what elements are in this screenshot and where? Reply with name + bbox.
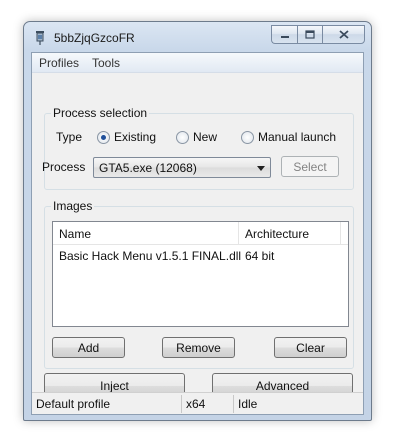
row-architecture-cell: 64 bit bbox=[245, 249, 275, 263]
radio-existing[interactable]: Existing bbox=[97, 130, 156, 144]
radio-new-label: New bbox=[193, 130, 218, 144]
radio-existing-label: Existing bbox=[114, 130, 157, 144]
syringe-icon bbox=[36, 31, 44, 45]
add-button[interactable]: Add bbox=[52, 337, 125, 358]
window-title: 5bbZjqGzcoFR bbox=[54, 31, 135, 45]
images-title: Images bbox=[51, 199, 95, 213]
radio-manual-launch-indicator bbox=[241, 130, 254, 144]
radio-manual-launch-label: Manual launch bbox=[258, 130, 337, 144]
status-state: Idle bbox=[238, 397, 258, 411]
minimize-icon bbox=[280, 35, 289, 38]
status-bar: Default profile x64 Idle bbox=[32, 392, 363, 414]
client-area: Profiles Tools Process selection Type Ex… bbox=[31, 52, 364, 415]
column-architecture[interactable]: Architecture bbox=[239, 222, 341, 245]
process-selection-group: Process selection Type Existing New Manu… bbox=[42, 106, 354, 190]
status-arch: x64 bbox=[182, 395, 234, 413]
images-group: Images Name Architecture Basic Hack Menu… bbox=[44, 199, 354, 369]
title-bar[interactable]: 5bbZjqGzcoFR bbox=[24, 22, 371, 52]
maximize-button[interactable] bbox=[297, 25, 322, 44]
caption-buttons bbox=[271, 25, 365, 44]
radio-new[interactable]: New bbox=[176, 130, 217, 144]
status-profile: Default profile bbox=[32, 395, 182, 413]
process-dropdown-value: GTA5.exe (12068) bbox=[99, 161, 197, 175]
radio-existing-indicator bbox=[97, 130, 110, 144]
chevron-down-icon bbox=[257, 166, 265, 171]
injector-window: 5bbZjqGzcoFR Profiles Tools Process sele… bbox=[23, 21, 372, 421]
radio-new-indicator bbox=[176, 130, 189, 144]
process-label: Process bbox=[42, 160, 86, 174]
process-selection-title: Process selection bbox=[51, 106, 150, 120]
select-button[interactable]: Select bbox=[281, 156, 339, 177]
images-list[interactable]: Name Architecture Basic Hack Menu v1.5.1… bbox=[52, 221, 349, 327]
table-row[interactable]: Basic Hack Menu v1.5.1 FINAL.dll 64 bit bbox=[53, 246, 348, 264]
remove-button[interactable]: Remove bbox=[162, 337, 235, 358]
images-list-header: Name Architecture bbox=[53, 222, 348, 245]
maximize-icon bbox=[305, 30, 315, 39]
row-name-cell: Basic Hack Menu v1.5.1 FINAL.dll bbox=[59, 249, 242, 263]
clear-button[interactable]: Clear bbox=[274, 337, 347, 358]
menu-bar: Profiles Tools bbox=[32, 53, 363, 73]
type-label: Type bbox=[56, 130, 83, 144]
close-button[interactable] bbox=[322, 25, 365, 44]
menu-profiles[interactable]: Profiles bbox=[39, 56, 79, 70]
process-dropdown[interactable]: GTA5.exe (12068) bbox=[93, 157, 271, 178]
menu-tools[interactable]: Tools bbox=[92, 56, 120, 70]
close-icon bbox=[338, 30, 349, 39]
column-name[interactable]: Name bbox=[53, 222, 239, 245]
minimize-button[interactable] bbox=[271, 25, 297, 44]
radio-manual-launch[interactable]: Manual launch bbox=[241, 130, 336, 144]
